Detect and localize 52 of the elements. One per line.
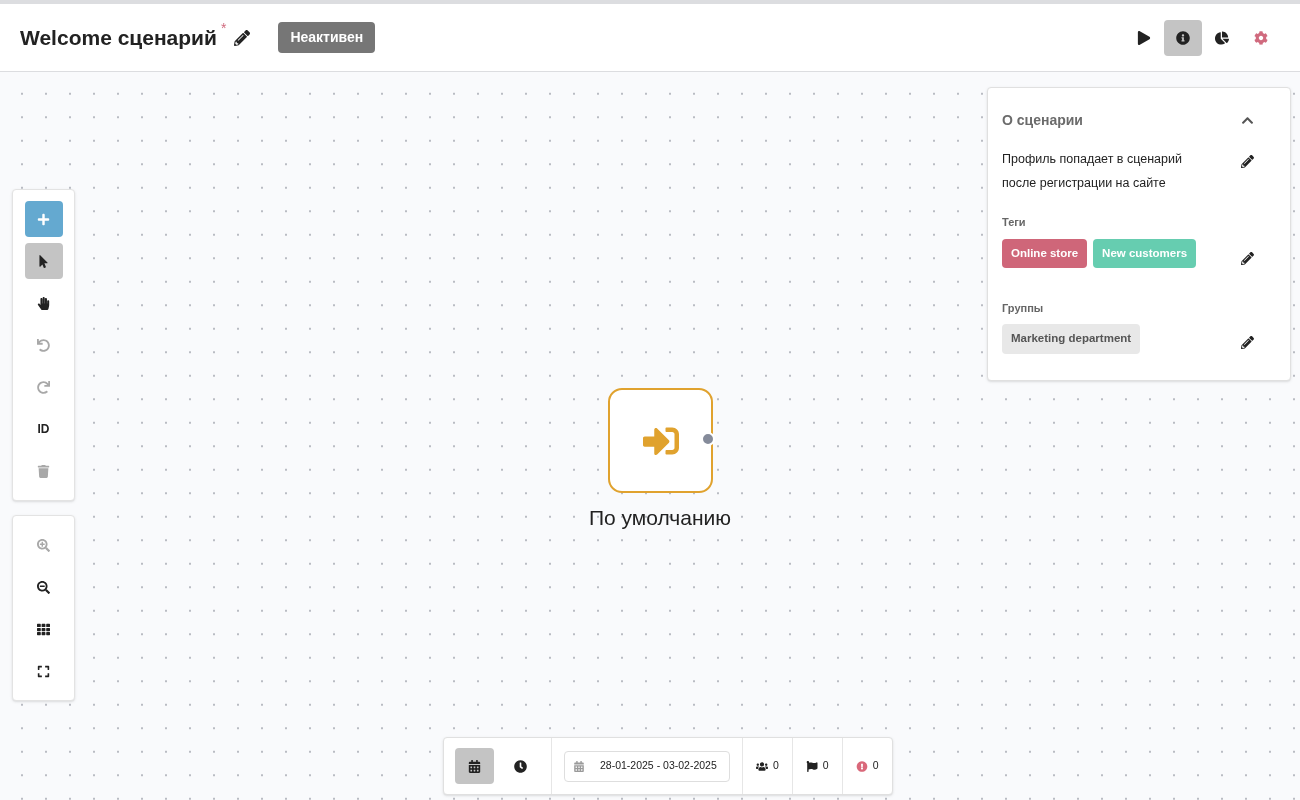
date-range-field[interactable]: 28-01-2025 - 03-02-2025 [564, 750, 730, 782]
users-icon [756, 760, 768, 772]
calendar-icon [574, 760, 584, 772]
node-connector[interactable] [701, 432, 715, 446]
pointer-icon [37, 254, 50, 268]
grid-icon [37, 622, 50, 636]
chevron-up-icon [1241, 114, 1254, 127]
pencil-icon [234, 29, 251, 46]
id-button[interactable]: ID [24, 411, 63, 447]
entry-node[interactable] [608, 388, 713, 493]
zoom-out-icon [37, 580, 50, 594]
settings-icon [1254, 30, 1268, 45]
pencil-icon [1241, 251, 1254, 265]
zoom-in-icon [37, 538, 50, 552]
group-chip: Marketing department [1002, 324, 1141, 354]
scenario-title: Welcome сценарий [20, 24, 217, 51]
play-icon [1137, 30, 1151, 45]
plus-icon [37, 212, 50, 226]
edit-title-button[interactable] [234, 29, 251, 46]
fullscreen-icon [37, 664, 50, 678]
select-tool-button[interactable] [24, 243, 63, 279]
stat-count: 0 [773, 758, 779, 774]
clock-icon [514, 759, 527, 773]
pencil-icon [1241, 336, 1254, 350]
status-badge: Неактивен [278, 22, 376, 53]
trash-icon [37, 464, 50, 478]
redo-icon [37, 380, 50, 394]
tags-label: Теги [1002, 215, 1027, 230]
description-text: Профиль попадает в сценарий после регистрации на сайте [1002, 151, 1183, 192]
panel-title: О сценарии [1002, 111, 1083, 130]
tag: Online store [1002, 238, 1088, 268]
stat-count: 0 [822, 758, 829, 774]
node-label: По умолчанию [588, 505, 732, 531]
unsaved-mark: * [220, 19, 227, 38]
info-icon [1176, 30, 1190, 45]
flag-icon [805, 760, 818, 772]
add-button[interactable] [24, 201, 63, 237]
stat-count: 0 [872, 758, 879, 774]
calendar-icon [468, 759, 481, 773]
calendar-mode-button[interactable] [455, 748, 494, 784]
edit-tags-button[interactable] [1241, 251, 1254, 265]
groups-label: Группы [1002, 300, 1045, 316]
edit-groups-button[interactable] [1241, 336, 1254, 350]
collapse-button[interactable] [1241, 114, 1254, 127]
tag: New customers [1093, 238, 1197, 268]
undo-icon [37, 338, 50, 352]
hand-icon [37, 296, 50, 310]
pie-chart-icon [1215, 30, 1229, 45]
alert-icon [855, 760, 868, 772]
info-button[interactable] [1164, 19, 1202, 56]
pencil-icon [1241, 155, 1254, 168]
edit-description-button[interactable] [1241, 155, 1254, 168]
